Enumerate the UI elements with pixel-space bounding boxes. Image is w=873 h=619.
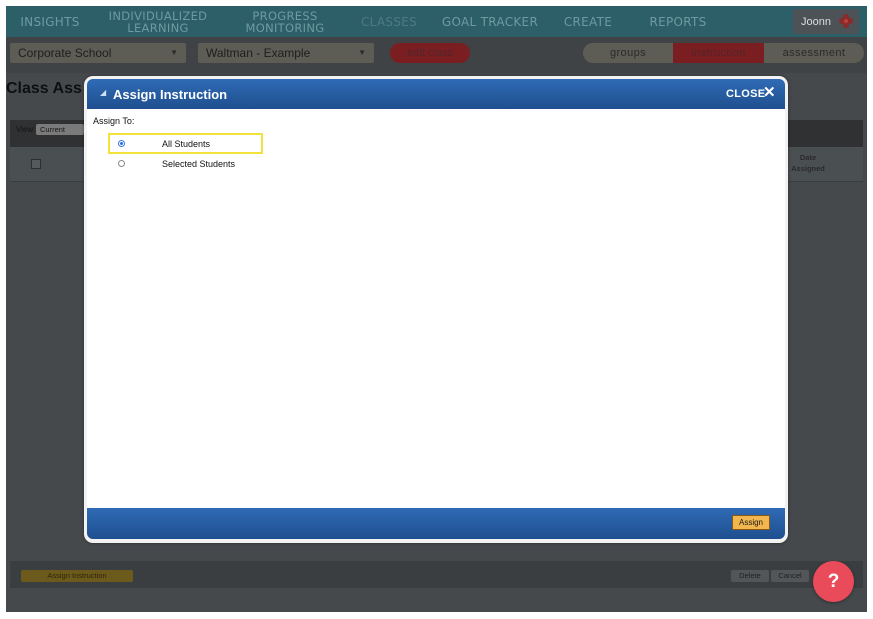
user-name: Joonn (801, 15, 831, 28)
assign-instruction-button[interactable]: Assign Instruction (21, 570, 133, 582)
close-icon[interactable]: ✕ (763, 85, 776, 100)
nav-label-line2: LEARNING (127, 20, 189, 35)
top-navigation: INSIGHTS INDIVIDUALIZED LEARNING PROGRES… (6, 6, 867, 37)
user-menu-button[interactable]: Joonn (793, 9, 859, 34)
date-header-line1: Date (799, 153, 817, 162)
dialog-header: ◢ Assign Instruction CLOSE ✕ (87, 79, 785, 109)
nav-label-line1: INDIVIDUALIZED (108, 8, 208, 23)
date-assigned-header[interactable]: Date Assigned (783, 152, 833, 174)
assign-button[interactable]: Assign (732, 515, 770, 530)
cancel-button[interactable]: Cancel (771, 570, 809, 582)
class-select[interactable]: Waltman - Example ▼ (198, 43, 374, 63)
nav-progress-monitoring[interactable]: PROGRESS MONITORING (224, 6, 346, 37)
nav-individualized-learning[interactable]: INDIVIDUALIZED LEARNING (94, 6, 222, 37)
user-avatar-icon (839, 14, 853, 28)
nav-label-line2: MONITORING (245, 20, 325, 35)
chevron-down-icon: ▼ (358, 48, 366, 57)
assign-instruction-dialog: ◢ Assign Instruction CLOSE ✕ Assign To: … (84, 76, 788, 543)
edit-class-button[interactable]: edit class (390, 43, 470, 63)
nav-insights[interactable]: INSIGHTS (6, 6, 94, 37)
select-all-checkbox[interactable] (31, 159, 41, 169)
school-select[interactable]: Corporate School ▼ (10, 43, 186, 63)
school-select-value: Corporate School (18, 46, 112, 60)
class-select-value: Waltman - Example (206, 46, 311, 60)
radio-selected-students[interactable] (118, 160, 125, 167)
nav-goal-tracker[interactable]: GOAL TRACKER (432, 6, 548, 37)
dialog-title: Assign Instruction (113, 87, 228, 102)
view-label: View: (16, 125, 36, 134)
close-button[interactable]: CLOSE (726, 88, 765, 100)
dialog-icon: ◢ (100, 88, 107, 97)
delete-button[interactable]: Delete (731, 570, 769, 582)
assign-to-label: Assign To: (93, 116, 135, 126)
tab-instruction[interactable]: instruction (673, 43, 764, 63)
date-header-line2: Assigned (791, 164, 825, 173)
radio-all-students[interactable] (118, 140, 125, 147)
tab-groups[interactable]: groups (583, 43, 673, 63)
nav-label-line1: PROGRESS (252, 8, 318, 23)
help-button[interactable]: ? (813, 561, 854, 602)
radio-label-all-students[interactable]: All Students (162, 139, 210, 149)
radio-label-selected-students[interactable]: Selected Students (162, 159, 235, 169)
page-title: Class Ass (6, 80, 82, 97)
nav-classes[interactable]: CLASSES (346, 6, 432, 37)
tab-assessment[interactable]: assessment (764, 43, 864, 63)
dialog-body: Assign To: All Students Selected Student… (87, 109, 785, 508)
nav-reports[interactable]: REPORTS (628, 6, 728, 37)
view-select[interactable]: Current (36, 124, 84, 135)
chevron-down-icon: ▼ (170, 48, 178, 57)
nav-create[interactable]: CREATE (548, 6, 628, 37)
dialog-footer (87, 508, 785, 539)
